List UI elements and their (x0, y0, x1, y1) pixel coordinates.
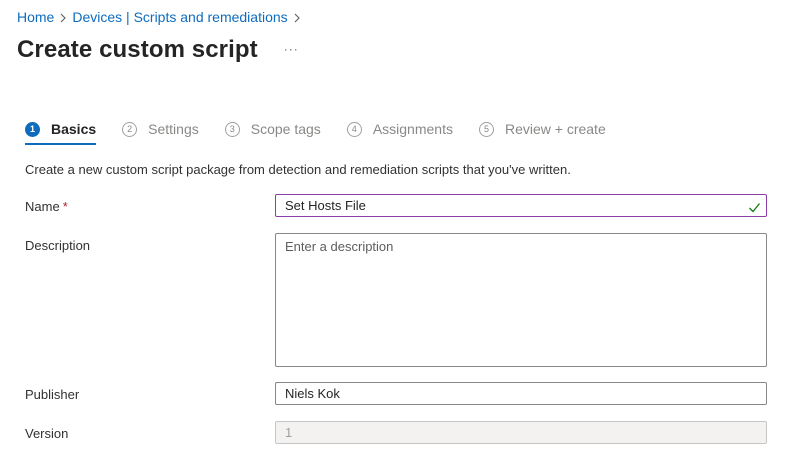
name-label: Name * (25, 198, 68, 216)
step-number-badge: 1 (25, 121, 40, 137)
step-number-badge: 3 (224, 121, 240, 137)
step-label: Assignments (372, 121, 453, 137)
step-basics[interactable]: 1 Basics (25, 117, 97, 145)
more-options-button[interactable]: ··· (284, 43, 299, 55)
step-label: Scope tags (250, 121, 321, 137)
step-scope-tags[interactable]: 3 Scope tags (224, 117, 321, 141)
page-title: Create custom script (17, 36, 258, 63)
chevron-right-icon (288, 7, 306, 27)
breadcrumb-home-link[interactable]: Home (17, 7, 54, 27)
description-placeholder: Enter a description (285, 239, 394, 254)
intro-text: Create a new custom script package from … (25, 162, 571, 177)
required-indicator: * (62, 199, 68, 214)
chevron-right-icon (54, 7, 72, 27)
wizard-stepper: 1 Basics 2 Settings 3 Scope tags 4 Assig… (25, 117, 632, 145)
name-input[interactable]: Set Hosts File (275, 194, 767, 217)
name-label-text: Name (25, 199, 60, 214)
step-label: Settings (148, 121, 199, 137)
step-number-badge: 2 (122, 121, 138, 137)
publisher-label: Publisher (25, 387, 80, 402)
breadcrumb: Home Devices | Scripts and remediations (17, 7, 306, 27)
step-label: Basics (51, 121, 97, 137)
checkmark-icon (748, 199, 761, 213)
create-custom-script-page: Home Devices | Scripts and remediations … (0, 0, 790, 470)
description-textarea[interactable]: Enter a description (275, 233, 767, 367)
name-input-value: Set Hosts File (285, 198, 366, 213)
version-input-value: 1 (285, 425, 293, 440)
description-label: Description (25, 238, 91, 253)
version-input: 1 (275, 421, 767, 444)
publisher-input[interactable]: Niels Kok (275, 382, 767, 405)
title-row: Create custom script ··· (17, 34, 299, 66)
publisher-input-value: Niels Kok (285, 386, 340, 401)
step-number-badge: 4 (346, 121, 362, 137)
step-review-create[interactable]: 5 Review + create (478, 117, 606, 141)
step-assignments[interactable]: 4 Assignments (346, 117, 453, 141)
step-label: Review + create (504, 121, 606, 137)
step-number-badge: 5 (478, 121, 494, 137)
version-label: Version (25, 426, 69, 441)
breadcrumb-scripts-link[interactable]: Devices | Scripts and remediations (72, 7, 287, 27)
step-settings[interactable]: 2 Settings (122, 117, 199, 141)
